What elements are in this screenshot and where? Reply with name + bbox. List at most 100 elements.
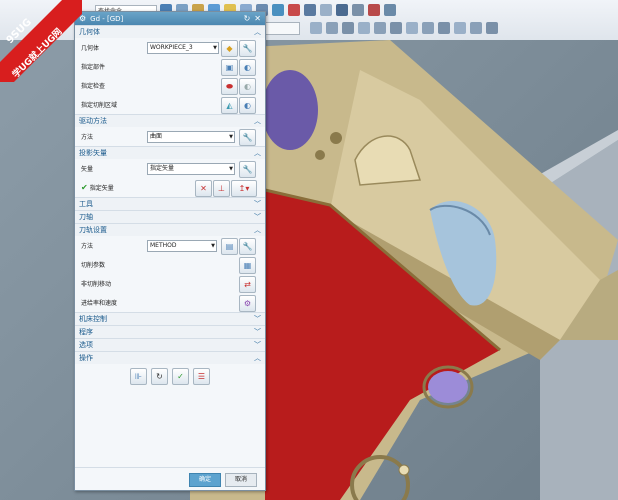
reset-icon[interactable]: ↻: [244, 14, 251, 23]
section-actions-header[interactable]: 操作 ︿: [75, 351, 265, 364]
midpoint-icon[interactable]: [342, 22, 354, 34]
chevron-up-icon: ︿: [254, 117, 261, 125]
vector-row: 矢量 指定矢量 ▼ 🔧: [75, 159, 265, 178]
verify-button[interactable]: ✓: [172, 368, 189, 385]
mark-icon[interactable]: [288, 4, 300, 16]
existing-point-icon[interactable]: [422, 22, 434, 34]
dialog-titlebar[interactable]: ⚙ Gd - [GD] ↻ ✕: [75, 12, 265, 25]
on-face-icon[interactable]: [454, 22, 466, 34]
flashlight-icon: ◐: [244, 101, 251, 110]
vector-type-dropdown[interactable]: ↥▾: [231, 180, 257, 197]
vector-select[interactable]: 指定矢量 ▼: [147, 163, 235, 175]
part-icon: ▣: [225, 63, 234, 72]
specify-vector-label: 指定矢量: [89, 185, 114, 192]
wcs-icon[interactable]: [336, 4, 348, 16]
section-path-settings-label: 刀轨设置: [79, 226, 107, 234]
specify-part-row: 指定部件 ▣ ◐: [75, 57, 265, 76]
section-drive-method-label: 驱动方法: [79, 117, 107, 125]
geometry-label: 几何体: [81, 45, 100, 52]
chevron-down-icon: ﹀: [254, 341, 261, 349]
section-drive-method-header[interactable]: 驱动方法 ︿: [75, 114, 265, 127]
select-icon[interactable]: [272, 4, 284, 16]
generate-icon: ⊪: [135, 372, 142, 381]
specify-check-label: 指定检查: [81, 83, 106, 90]
verify-icon: ✓: [177, 372, 184, 381]
display-check-button[interactable]: ◐: [239, 78, 256, 95]
zc-axis-icon: ↥▾: [238, 184, 250, 193]
new-method-button[interactable]: ▤: [221, 238, 238, 255]
curve-icon[interactable]: [384, 4, 396, 16]
intersection-icon[interactable]: [390, 22, 402, 34]
center-icon[interactable]: [358, 22, 370, 34]
chevron-down-icon: ▼: [229, 134, 233, 140]
section-machine-control-header[interactable]: 机床控制 ﹀: [75, 312, 265, 325]
on-curve-icon[interactable]: [438, 22, 450, 34]
section-geometry-header[interactable]: 几何体 ︿: [75, 25, 265, 38]
close-snap-icon[interactable]: [486, 22, 498, 34]
snap-icon[interactable]: [320, 4, 332, 16]
specify-part-label: 指定部件: [81, 64, 106, 71]
snap-point-icon[interactable]: [310, 22, 322, 34]
non-cut-moves-button[interactable]: ⇄: [239, 276, 256, 293]
measure-icon[interactable]: [304, 4, 316, 16]
chevron-up-icon: ︿: [254, 149, 261, 157]
specify-cut-area-row: 指定切削区域 ◭ ◐: [75, 95, 265, 114]
section-path-settings-header[interactable]: 刀轨设置 ︿: [75, 223, 265, 236]
ok-button[interactable]: 确定: [189, 473, 221, 487]
feeds-speeds-row: 进给率和速度 ⚙: [75, 293, 265, 312]
section-tool-header[interactable]: 工具 ﹀: [75, 197, 265, 210]
grid-icon[interactable]: [352, 4, 364, 16]
display-part-button[interactable]: ◐: [239, 59, 256, 76]
display-cut-area-button[interactable]: ◐: [239, 97, 256, 114]
flashlight-icon: ◐: [244, 82, 251, 91]
geometry-select[interactable]: WORKPIECE_3 ▼: [147, 42, 219, 54]
upper-pocket: [262, 70, 318, 150]
chevron-down-icon: ﹀: [254, 200, 261, 208]
replay-button[interactable]: ↻: [151, 368, 168, 385]
geometry-select-value: WORKPIECE_3: [150, 44, 193, 51]
edit-geometry-button[interactable]: 🔧: [239, 40, 256, 57]
vector-label: 矢量: [81, 166, 94, 173]
section-program-header[interactable]: 程序 ﹀: [75, 325, 265, 338]
drive-method-label: 方法: [81, 134, 94, 141]
point-icon[interactable]: [368, 4, 380, 16]
list-button[interactable]: ☰: [193, 368, 210, 385]
cut-params-row: 切削参数 ▦: [75, 255, 265, 274]
section-options-header[interactable]: 选项 ﹀: [75, 338, 265, 351]
chevron-up-icon: ︿: [254, 28, 261, 36]
path-method-select[interactable]: METHOD ▼: [147, 240, 217, 252]
select-check-button[interactable]: ⬬: [221, 78, 238, 95]
section-projection-vector-header[interactable]: 投影矢量 ︿: [75, 146, 265, 159]
section-machine-control-label: 机床控制: [79, 315, 107, 323]
non-cut-moves-row: 非切削移动 ⇄: [75, 274, 265, 293]
edit-vector-button[interactable]: 🔧: [239, 161, 256, 178]
tangent-icon[interactable]: [406, 22, 418, 34]
actions-row: ⊪ ↻ ✓ ☰: [75, 364, 265, 389]
specify-check-row: 指定检查 ⬬ ◐: [75, 76, 265, 95]
control-point-icon[interactable]: [470, 22, 482, 34]
wrench-icon: 🔧: [242, 242, 253, 251]
select-part-button[interactable]: ▣: [221, 59, 238, 76]
feeds-speeds-icon: ⚙: [243, 299, 252, 308]
edit-drive-method-button[interactable]: 🔧: [239, 129, 256, 146]
chevron-down-icon: ▼: [211, 243, 215, 249]
method-icon: ▤: [225, 242, 234, 251]
section-tool-axis-header[interactable]: 刀轴 ﹀: [75, 210, 265, 223]
new-geometry-button[interactable]: ◆: [221, 40, 238, 57]
endpoint-icon[interactable]: [326, 22, 338, 34]
path-method-row: 方法 METHOD ▼ ▤ 🔧: [75, 236, 265, 255]
cut-params-button[interactable]: ▦: [239, 257, 256, 274]
vector-dialog-button[interactable]: ⊥: [213, 180, 230, 197]
select-cut-area-button[interactable]: ◭: [221, 97, 238, 114]
drive-method-select[interactable]: 曲面 ▼: [147, 131, 235, 143]
quadrant-icon[interactable]: [374, 22, 386, 34]
cancel-button[interactable]: 取消: [225, 473, 257, 487]
edit-method-button[interactable]: 🔧: [239, 238, 256, 255]
path-method-label: 方法: [81, 243, 94, 250]
reverse-vector-button[interactable]: ✕: [195, 180, 212, 197]
feeds-speeds-button[interactable]: ⚙: [239, 295, 256, 312]
wrench-icon: 🔧: [242, 44, 253, 53]
section-geometry-label: 几何体: [79, 28, 100, 36]
close-icon[interactable]: ✕: [254, 14, 261, 23]
generate-button[interactable]: ⊪: [130, 368, 147, 385]
